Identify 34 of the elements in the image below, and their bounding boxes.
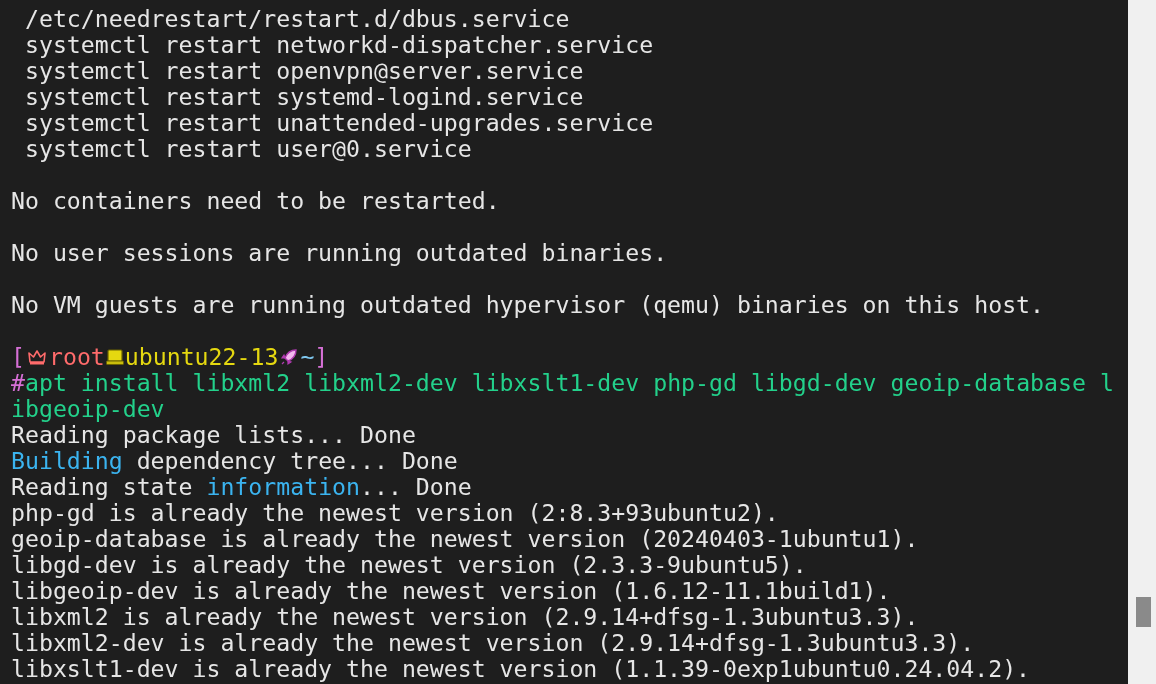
output-line: systemctl restart systemd-logind.service [23, 84, 584, 110]
output-text: Reading state [11, 474, 193, 500]
output-line: No user sessions are running outdated binaries. [11, 240, 668, 266]
output-line: systemctl restart networkd-dispatcher.service [23, 32, 654, 58]
prompt-bracket: [ [11, 344, 25, 370]
output-text: apt install libxml2 libxml2-dev libxslt1-dev php-gd libgd-dev geoip-database l [24, 370, 1114, 396]
output-line: systemctl restart openvpn@server.service [23, 58, 584, 84]
output-line: No VM guests are running outdated hypervisor (qemu) binaries on this host. [11, 292, 1045, 318]
output-line: systemctl restart user@0.service [23, 136, 472, 162]
output-line: No containers need to be restarted. [11, 188, 500, 214]
output-line: libgd-dev is already the newest version (2.3.3-9ubuntu5). [11, 552, 807, 578]
prompt-user: root [48, 344, 105, 370]
laptop-icon [105, 347, 124, 367]
output-line: libxslt1-dev is already the newest version (1.1.39-0exp1ubuntu0.24.04.2). [11, 656, 1031, 682]
prompt-directory: ~ [300, 344, 315, 370]
output-line: Reading package lists... Done [11, 422, 416, 448]
output-text: information [206, 474, 360, 500]
output-line: ibgeoip-dev [11, 396, 165, 422]
prompt-host: ubuntu22-13 [124, 344, 279, 370]
prompt-bracket: ] [314, 344, 329, 370]
rocket-icon [279, 347, 300, 367]
output-line: php-gd is already the newest version (2:8.3+93ubuntu2). [11, 500, 779, 526]
output-line: /etc/needrestart/restart.d/dbus.service [23, 6, 570, 32]
output-line: libxml2-dev is already the newest version (2.9.14+dfsg-1.3ubuntu3.3). [11, 630, 975, 656]
output-line: systemctl restart unattended-upgrades.service [23, 110, 654, 136]
output-text: Building [11, 448, 123, 474]
crown-icon [26, 347, 47, 367]
scrollbar-thumb[interactable] [1136, 597, 1151, 627]
output-text: ... Done [360, 474, 472, 500]
output-text: # [11, 370, 25, 396]
output-line: libxml2 is already the newest version (2.9.14+dfsg-1.3ubuntu3.3). [11, 604, 919, 630]
output-text: dependency tree... Done [136, 448, 458, 474]
output-line: libgeoip-dev is already the newest version (1.6.12-11.1build1). [11, 578, 891, 604]
output-line: geoip-database is already the newest version (20240403-1ubuntu1). [11, 526, 919, 552]
